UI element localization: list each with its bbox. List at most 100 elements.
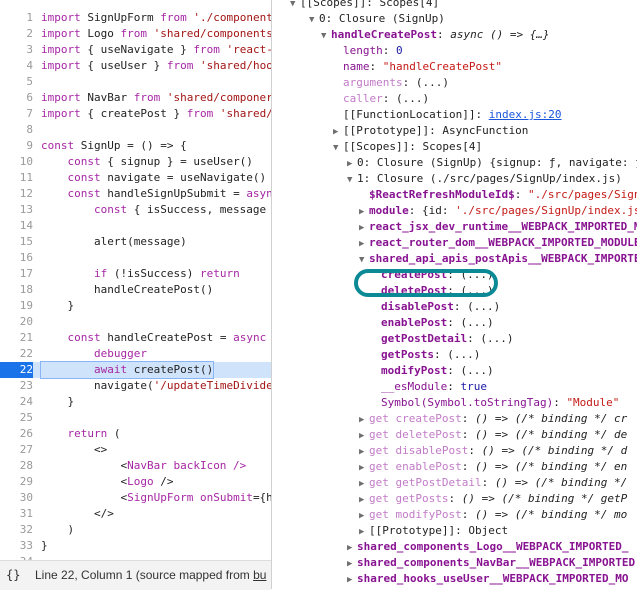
code-line[interactable]: 10 const { signup } = useUser() (0, 154, 271, 170)
code-line[interactable]: 17 if (!isSuccess) return (0, 266, 271, 282)
scope-tree-row[interactable]: $ReactRefreshModuleId$: "./src/pages/Sig… (359, 187, 637, 203)
scope-tree-row[interactable]: getPosts: (...) (371, 347, 480, 363)
code-line[interactable]: 32 ) (0, 522, 271, 538)
code-line[interactable]: 1 import SignUpForm from './component (0, 10, 271, 26)
line-number[interactable]: 5 (0, 74, 33, 90)
scope-tree-row[interactable]: name: "handleCreatePost" (333, 59, 502, 75)
collapsed-arrow-icon[interactable]: ▶ (359, 204, 369, 220)
code-line[interactable]: 15 alert(message) (0, 234, 271, 250)
scope-tree-row[interactable]: ▶ module: {id: './src/pages/SignUp/index.… (359, 203, 637, 219)
collapsed-arrow-icon[interactable]: ▶ (347, 540, 357, 556)
line-number[interactable]: 11 (0, 170, 33, 186)
code-line[interactable]: 3 import { useNavigate } from 'react- (0, 42, 271, 58)
scope-tree-row[interactable]: ▶ react_jsx_dev_runtime__WEBPACK_IMPORTED… (359, 219, 637, 235)
scope-tree-row[interactable]: ▶ [[Prototype]]: Object (359, 523, 508, 539)
scope-tree-row[interactable]: ▶ shared_hooks_useUser__WEBPACK_IMPORTED_… (347, 571, 629, 587)
scope-tree-row[interactable]: ▼ [[Scopes]]: Scopes[4] (333, 139, 482, 155)
code-line[interactable]: 23 navigate('/updateTimeDivide (0, 378, 271, 394)
code-line[interactable]: 11 const navigate = useNavigate() (0, 170, 271, 186)
scope-tree-row[interactable]: arguments: (...) (333, 75, 449, 91)
code-line[interactable]: 16 (0, 250, 271, 266)
code-line[interactable]: 24 } (0, 394, 271, 410)
line-number[interactable]: 7 (0, 106, 33, 122)
collapsed-arrow-icon[interactable]: ▶ (359, 428, 369, 444)
line-number[interactable]: 32 (0, 522, 33, 538)
collapsed-arrow-icon[interactable]: ▶ (359, 524, 369, 540)
scope-tree-row[interactable]: caller: (...) (333, 91, 429, 107)
line-number[interactable]: 33 (0, 538, 33, 554)
line-number[interactable]: 2 (0, 26, 33, 42)
collapsed-arrow-icon[interactable]: ▶ (359, 476, 369, 492)
expanded-arrow-icon[interactable]: ▼ (321, 28, 331, 44)
scope-tree-row[interactable]: enablePost: (...) (371, 315, 494, 331)
line-number[interactable]: 25 (0, 410, 33, 426)
line-number[interactable]: 3 (0, 42, 33, 58)
collapsed-arrow-icon[interactable]: ▶ (359, 444, 369, 460)
line-number[interactable]: 24 (0, 394, 33, 410)
line-number[interactable]: 4 (0, 58, 33, 74)
collapsed-arrow-icon[interactable]: ▶ (359, 460, 369, 476)
line-number[interactable]: 19 (0, 298, 33, 314)
line-number[interactable]: 17 (0, 266, 33, 282)
expanded-arrow-icon[interactable]: ▼ (309, 12, 319, 28)
code-line[interactable]: 9 const SignUp = () => { (0, 138, 271, 154)
code-line[interactable]: 28 <NavBar backIcon /> (0, 458, 271, 474)
line-number[interactable]: 31 (0, 506, 33, 522)
line-number[interactable]: 26 (0, 426, 33, 442)
line-number[interactable]: 30 (0, 490, 33, 506)
function-location-link[interactable]: index.js:20 (489, 108, 562, 121)
expanded-arrow-icon[interactable]: ▼ (290, 0, 300, 12)
collapsed-arrow-icon[interactable]: ▶ (347, 556, 357, 572)
scope-tree-row[interactable]: disablePost: (...) (371, 299, 500, 315)
code-line[interactable]: 13 const { isSuccess, message (0, 202, 271, 218)
line-number[interactable]: 14 (0, 218, 33, 234)
collapsed-arrow-icon[interactable]: ▶ (347, 156, 357, 172)
code-line[interactable]: 8 (0, 122, 271, 138)
scope-tree-row[interactable]: [[FunctionLocation]]: index.js:20 (333, 107, 562, 123)
scope-tree-row[interactable]: ▶ [[Prototype]]: AsyncFunction (333, 123, 528, 139)
scope-tree-row[interactable]: ▼ 1: Closure (./src/pages/SignUp/index.js… (347, 171, 622, 187)
scope-tree-row[interactable]: ▶ get getPostDetail: () => (/* binding */ (359, 475, 627, 491)
code-line[interactable]: 26 return ( (0, 426, 271, 442)
line-number[interactable]: 13 (0, 202, 33, 218)
expanded-arrow-icon[interactable]: ▼ (333, 140, 343, 156)
expanded-arrow-icon[interactable]: ▼ (359, 252, 369, 268)
line-number[interactable]: 1 (0, 10, 33, 26)
line-number[interactable]: 9 (0, 138, 33, 154)
collapsed-arrow-icon[interactable]: ▶ (359, 412, 369, 428)
collapsed-arrow-icon[interactable]: ▶ (359, 220, 369, 236)
collapsed-arrow-icon[interactable]: ▶ (359, 492, 369, 508)
code-line[interactable]: 12 const handleSignUpSubmit = asyn (0, 186, 271, 202)
scope-tree-row[interactable]: ▼ 0: Closure (SignUp) (309, 11, 445, 27)
line-number[interactable]: 21 (0, 330, 33, 346)
line-number[interactable]: 12 (0, 186, 33, 202)
code-line[interactable]: 2 import Logo from 'shared/components (0, 26, 271, 42)
scope-tree-row[interactable]: ▶ get disablePost: () => (/* binding */ d (359, 443, 627, 459)
scope-tree-row[interactable]: ▶ get createPost: () => (/* binding */ cr (359, 411, 627, 427)
code-line[interactable]: 7 import { createPost } from 'shared/ (0, 106, 271, 122)
code-line[interactable]: 19 } (0, 298, 271, 314)
code-line[interactable]: 14 (0, 218, 271, 234)
code-line[interactable]: 6 import NavBar from 'shared/componer (0, 90, 271, 106)
collapsed-arrow-icon[interactable]: ▶ (359, 508, 369, 524)
code-line[interactable]: 31 </> (0, 506, 271, 522)
scope-tree-row[interactable]: getPostDetail: (...) (371, 331, 513, 347)
current-execution-line[interactable]: 22 await createPost() (0, 361, 271, 379)
line-number[interactable]: 6 (0, 90, 33, 106)
scope-tree-row[interactable]: __esModule: true (371, 379, 487, 395)
source-editor[interactable]: 1 import SignUpForm from './component 2 imp… (0, 0, 271, 560)
scope-tree-row[interactable]: Symbol(Symbol.toStringTag): "Module" (371, 395, 619, 411)
scope-tree-row[interactable]: length: 0 (333, 43, 403, 59)
collapsed-arrow-icon[interactable]: ▶ (333, 124, 343, 140)
code-line[interactable]: 18 handleCreatePost() (0, 282, 271, 298)
line-number[interactable]: 16 (0, 250, 33, 266)
code-line[interactable]: 33} (0, 538, 271, 554)
collapsed-arrow-icon[interactable]: ▶ (347, 572, 357, 588)
collapsed-arrow-icon[interactable]: ▶ (359, 236, 369, 252)
line-number[interactable]: 28 (0, 458, 33, 474)
line-number[interactable]: 29 (0, 474, 33, 490)
scope-tree-row[interactable]: ▶ get modifyPost: () => (/* binding */ mo (359, 507, 627, 523)
line-number[interactable]: 22 (0, 346, 33, 362)
expanded-arrow-icon[interactable]: ▼ (347, 172, 357, 188)
line-number[interactable]: 15 (0, 234, 33, 250)
